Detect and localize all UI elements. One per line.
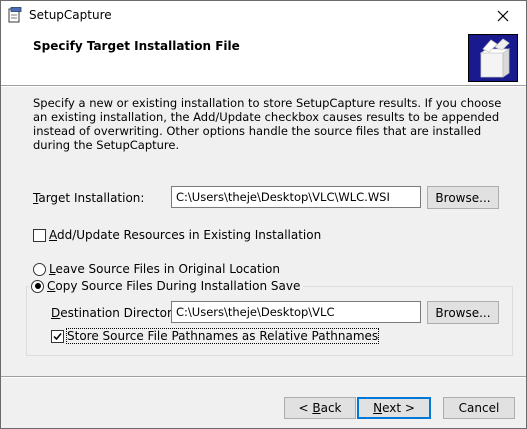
leave-source-radio[interactable]	[33, 263, 46, 276]
add-update-label[interactable]: Add/Update Resources in Existing Install…	[49, 228, 321, 242]
next-text: ext >	[382, 401, 415, 415]
copy-source-label[interactable]: Copy Source Files During Installation Sa…	[47, 279, 300, 293]
target-browse-label: Browse...	[435, 191, 490, 205]
target-browse-button[interactable]: Browse...	[427, 186, 499, 209]
relative-pathnames-checkbox[interactable]	[51, 330, 64, 343]
target-installation-input[interactable]: C:\Users\theje\Desktop\VLC\WLC.WSI	[171, 186, 421, 208]
destination-browse-button[interactable]: Browse...	[427, 301, 499, 324]
cancel-button[interactable]: Cancel	[443, 397, 515, 419]
window-title: SetupCapture	[29, 8, 112, 22]
add-update-text: dd/Update Resources in Existing Installa…	[57, 228, 322, 242]
box-package-icon	[479, 38, 511, 78]
destination-accel: D	[51, 306, 61, 320]
back-prefix: <	[298, 401, 313, 415]
target-installation-label: Target Installation:	[33, 191, 144, 205]
add-update-checkbox[interactable]	[33, 229, 46, 242]
title-bar: SetupCapture	[1, 1, 526, 31]
back-button[interactable]: < Back	[284, 397, 356, 419]
target-browse-ellipsis: ...	[479, 190, 491, 205]
relative-pathnames-label[interactable]: Store Source File Pathnames as Relative …	[65, 328, 380, 344]
close-icon	[497, 10, 509, 22]
target-label-text: arget Installation:	[38, 191, 145, 205]
wizard-header: Specify Target Installation File	[1, 31, 526, 85]
page-title: Specify Target Installation File	[33, 39, 240, 53]
header-logo	[468, 34, 518, 82]
footer-divider-highlight	[1, 377, 526, 378]
leave-source-label[interactable]: Leave Source Files in Original Location	[49, 262, 280, 276]
back-text: ack	[320, 401, 342, 415]
back-accel: B	[312, 401, 321, 415]
add-update-accel: A	[49, 228, 57, 242]
checkmark-icon	[53, 333, 62, 341]
next-button[interactable]: Next >	[357, 397, 431, 419]
header-divider-highlight	[1, 86, 526, 87]
copy-source-radio[interactable]	[31, 279, 44, 293]
radio-selected-dot	[34, 283, 41, 289]
destination-directory-label: Destination Directory:	[51, 306, 182, 320]
close-button[interactable]	[480, 1, 526, 31]
leave-source-text: eave Source Files in Original Location	[55, 262, 280, 276]
copy-source-text: opy Source Files During Installation Sav…	[55, 279, 301, 293]
copy-source-legend: Copy Source Files During Installation Sa…	[29, 279, 304, 293]
description-text: Specify a new or existing installation t…	[33, 96, 502, 152]
next-accel: N	[373, 401, 383, 415]
setupcapture-dialog: SetupCapture Specify Target Installation…	[0, 0, 527, 429]
destination-directory-input[interactable]: C:\Users\theje\Desktop\VLC	[171, 301, 421, 323]
destination-text: estination Directory:	[60, 306, 183, 320]
setupcapture-app-icon	[8, 7, 22, 23]
target-browse-text: Browse	[435, 190, 480, 205]
